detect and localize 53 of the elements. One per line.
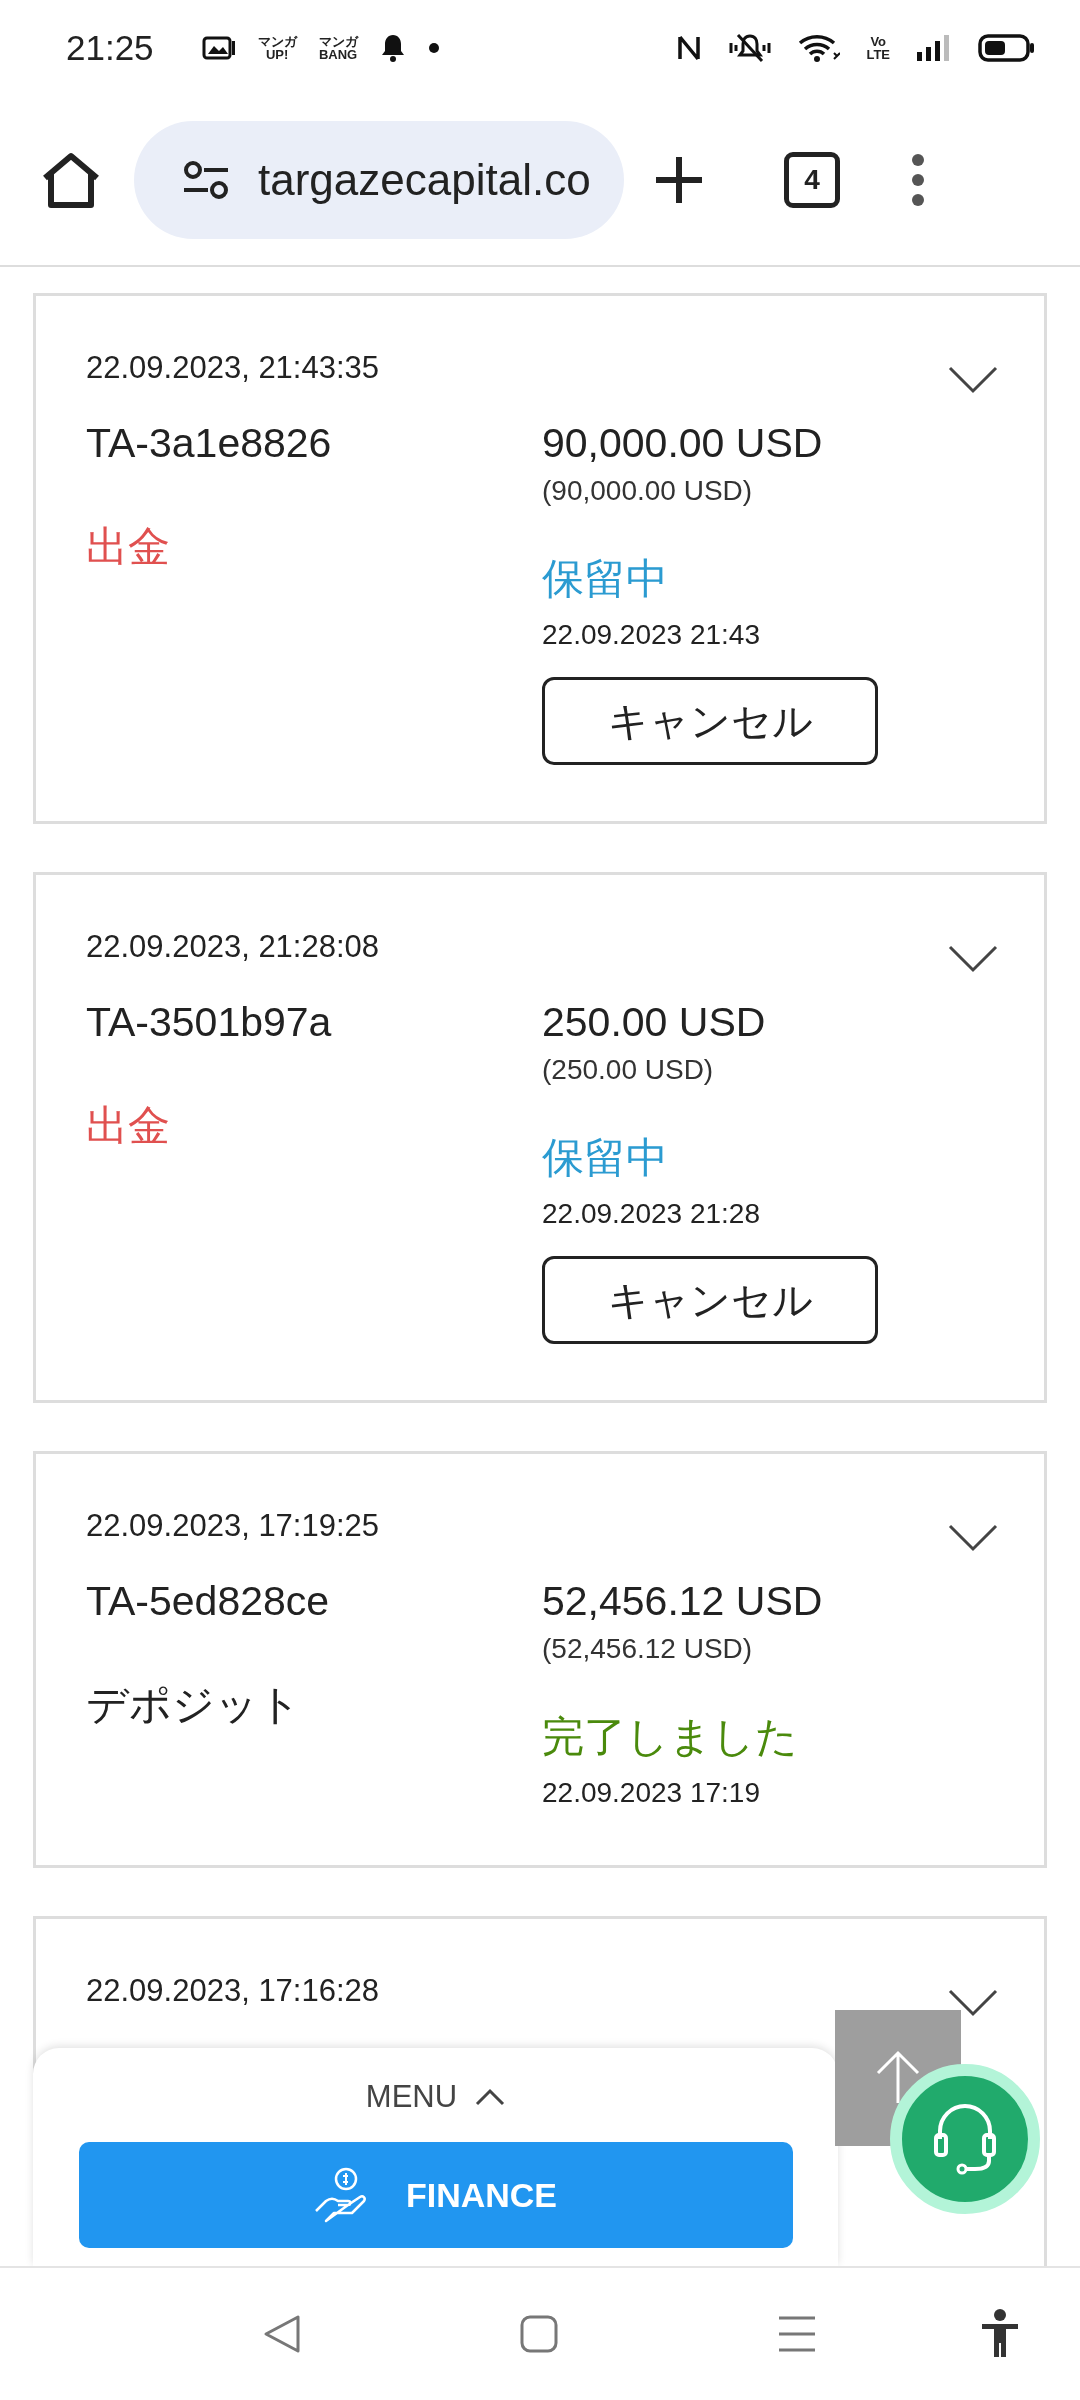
bell-icon [379,32,406,63]
status-time: 22.09.2023 21:43 [542,619,761,651]
back-icon[interactable] [262,2314,302,2354]
transaction-id: TA-5ed828ce [86,1578,331,1625]
amount: 52,456.12 USD [542,1578,824,1625]
menu-toggle[interactable]: MENU [359,2078,512,2116]
converted-amount: (90,000.00 USD) [542,475,754,507]
accessibility-icon[interactable] [980,2309,1020,2359]
chevron-down-icon[interactable] [948,945,998,973]
dot-icon [427,41,440,54]
mute-bell-icon [728,32,773,63]
site-settings-icon[interactable] [182,160,230,200]
more-options-icon[interactable] [910,153,926,207]
transaction-date: 22.09.2023, 21:43:35 [86,350,380,386]
transaction-type: デポジット [86,1680,302,1730]
clock-time: 21:25 [66,27,154,68]
chevron-down-icon[interactable] [948,1989,998,2017]
transaction-date: 22.09.2023, 17:16:28 [86,1973,380,2009]
battery-icon [978,32,1036,63]
amount: 90,000.00 USD [542,420,824,467]
converted-amount: (52,456.12 USD) [542,1633,754,1665]
app-notification-icon: マンガ UP! [257,34,297,61]
tab-count-button[interactable]: 4 [784,152,840,208]
transaction-date: 22.09.2023, 17:19:25 [86,1508,380,1544]
home-button-icon[interactable] [520,2315,558,2353]
transaction-date: 22.09.2023, 21:28:08 [86,929,380,965]
converted-amount: (250.00 USD) [542,1054,715,1086]
transaction-id: TA-3501b97a [86,999,333,1046]
home-icon[interactable] [40,152,102,208]
transaction-type: 出金 [86,1101,171,1151]
address-bar[interactable]: targazecapital.co [134,121,624,239]
new-tab-icon[interactable] [654,155,704,205]
status-time: 22.09.2023 17:19 [542,1777,761,1809]
amount: 250.00 USD [542,999,767,1046]
status-label: 保留中 [542,554,669,604]
gallery-icon [201,34,236,61]
chevron-down-icon[interactable] [948,366,998,394]
volte-icon: Vo LTE [866,34,890,61]
transaction-id: TA-3a1e8826 [86,420,333,467]
recent-apps-icon[interactable] [778,2315,816,2353]
url-text: targazecapital.co [258,155,591,205]
status-time: 22.09.2023 21:28 [542,1198,761,1230]
status-label: 完了しました [542,1712,799,1762]
chevron-down-icon[interactable] [948,1524,998,1552]
transaction-type: 出金 [86,522,171,572]
cancel-button[interactable]: キャンセル [542,677,878,765]
signal-icon [916,33,952,62]
arrow-up-icon [875,2048,921,2105]
status-label: 保留中 [542,1133,669,1183]
cancel-button[interactable]: キャンセル [542,1256,878,1344]
app-notification-icon: マンガ BANG [318,34,358,61]
headset-icon [932,2101,998,2177]
wifi-icon [798,32,841,63]
